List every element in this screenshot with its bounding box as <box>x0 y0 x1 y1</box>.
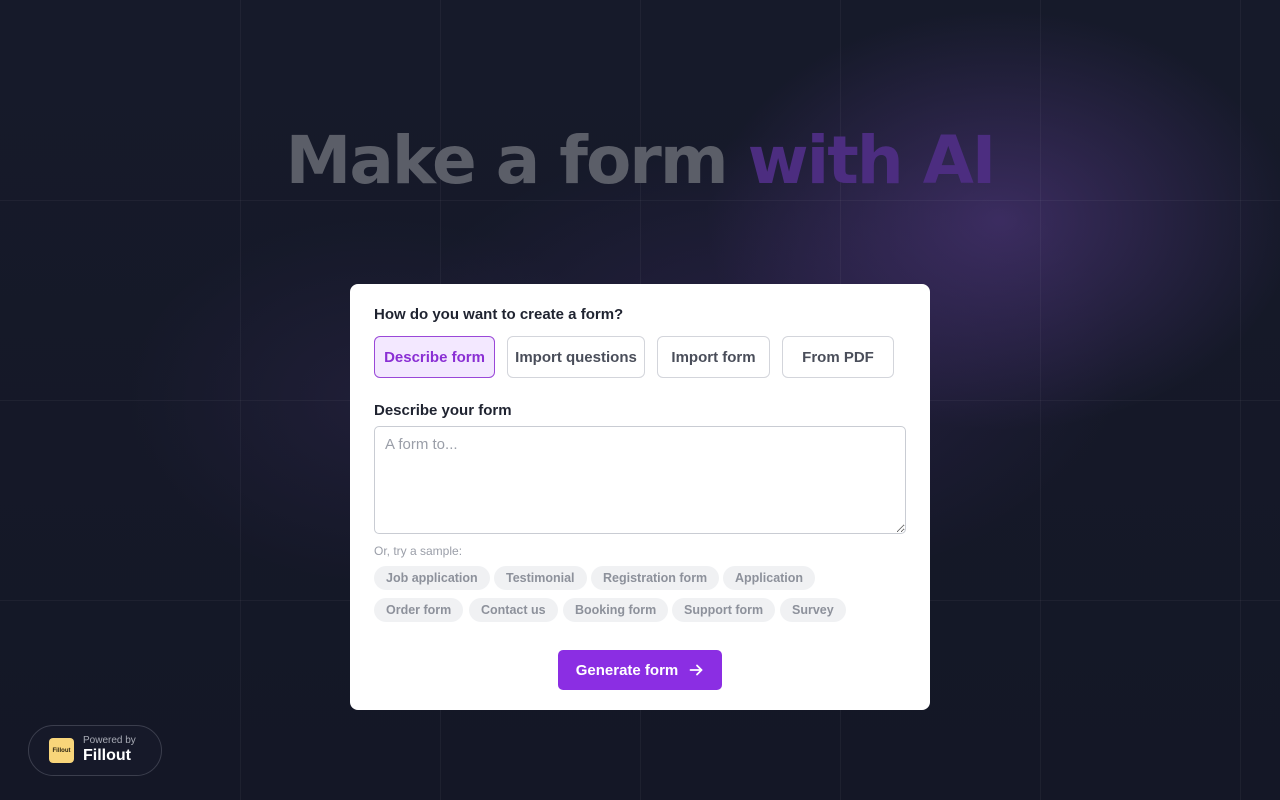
headline-accent: with AI <box>747 122 997 199</box>
sample-chip-order-form[interactable]: Order form <box>374 598 464 622</box>
sample-chip-contact-us[interactable]: Contact us <box>469 598 558 622</box>
tab-from-pdf[interactable]: From PDF <box>782 336 894 378</box>
sample-label: Or, try a sample: <box>374 544 463 558</box>
sample-chip-job-application[interactable]: Job application <box>374 566 490 590</box>
fillout-logo: Fillout <box>49 738 74 763</box>
tab-describe-form[interactable]: Describe form <box>374 336 495 378</box>
headline-main: Make a form <box>285 122 729 199</box>
tab-import-form[interactable]: Import form <box>657 336 770 378</box>
arrow-right-icon <box>688 662 704 678</box>
describe-form-input[interactable] <box>374 426 906 534</box>
sample-chip-registration-form[interactable]: Registration form <box>591 566 720 590</box>
page-headline: Make a form with AI <box>0 118 1280 204</box>
generate-form-label: Generate form <box>575 661 679 679</box>
fillout-brand-name: Fillout <box>83 747 131 764</box>
sample-chip-survey[interactable]: Survey <box>780 598 846 622</box>
describe-form-label: Describe your form <box>374 402 512 419</box>
form-creation-card: How do you want to create a form? Descri… <box>350 284 930 710</box>
generate-form-button[interactable]: Generate form <box>558 650 722 690</box>
creation-method-question: How do you want to create a form? <box>374 306 624 323</box>
sample-chip-booking-form[interactable]: Booking form <box>563 598 669 622</box>
sample-chip-testimonial[interactable]: Testimonial <box>494 566 587 590</box>
powered-by-text: Powered by <box>83 735 136 746</box>
sample-chip-support-form[interactable]: Support form <box>672 598 776 622</box>
sample-chip-application[interactable]: Application <box>723 566 816 590</box>
tab-import-questions[interactable]: Import questions <box>507 336 645 378</box>
powered-by-fillout-badge[interactable]: Fillout Powered by Fillout <box>28 725 162 776</box>
